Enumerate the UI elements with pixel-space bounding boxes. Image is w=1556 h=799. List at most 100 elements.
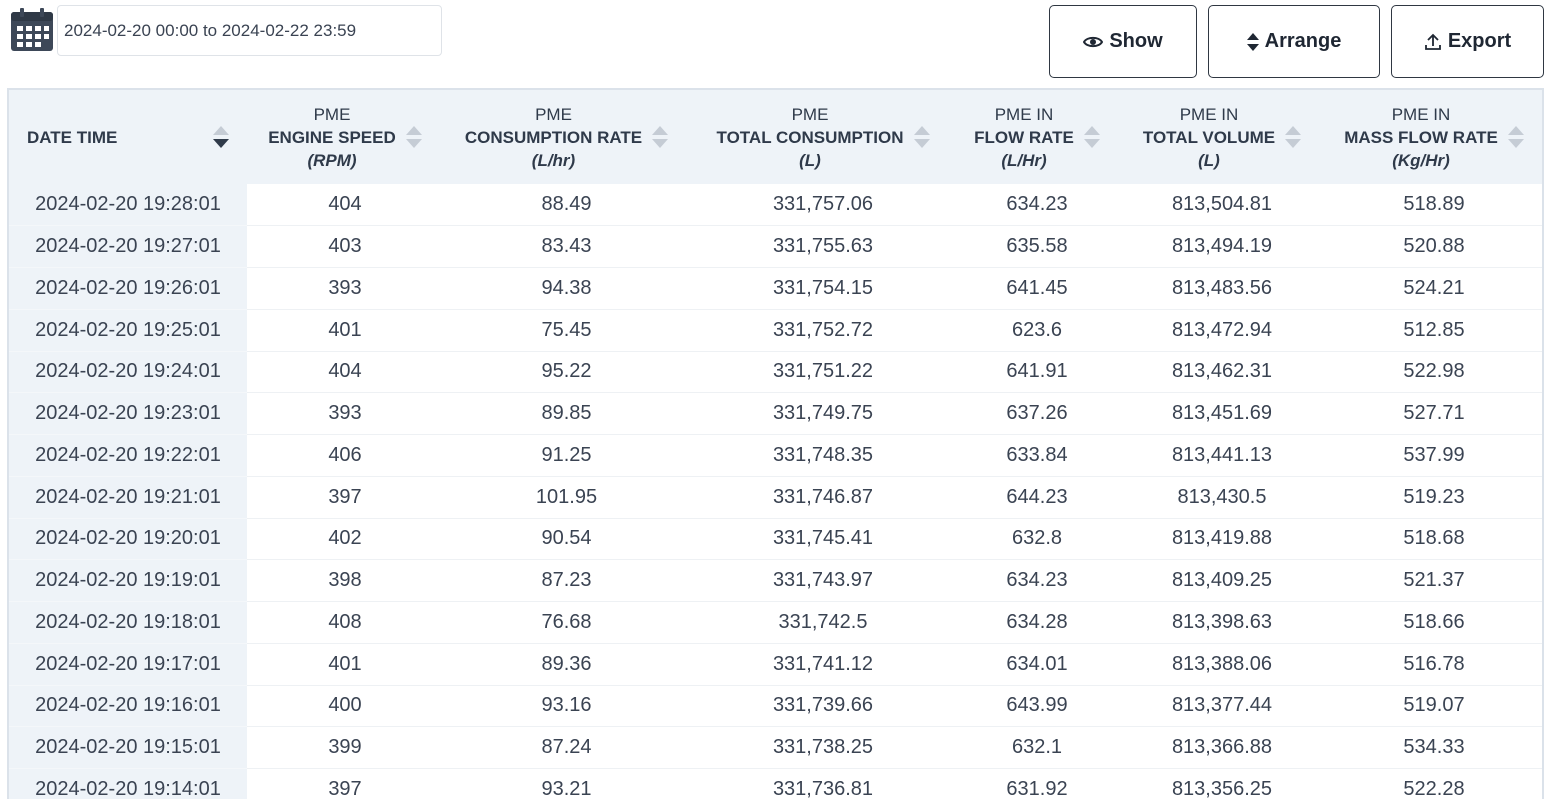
cell-total-volume: 813,462.31 [1118,351,1326,394]
cell-date-time: 2024-02-20 19:25:01 [9,309,247,352]
cell-date-time: 2024-02-20 19:20:01 [9,518,247,561]
cell-consumption-rate: 83.43 [443,225,690,268]
cell-mass-flow-rate: 520.88 [1326,225,1542,268]
column-header-prefix: PME IN [994,104,1054,124]
cell-date-time: 2024-02-20 19:18:01 [9,601,247,644]
cell-total-volume: 813,356.25 [1118,768,1326,799]
cell-date-time: 2024-02-20 19:16:01 [9,685,247,728]
table-row: 2024-02-20 19:14:01 397 93.21 331,736.81 631… [9,768,1542,799]
cell-flow-rate: 644.23 [956,476,1118,519]
cell-total-consumption: 331,736.81 [690,768,956,799]
cell-consumption-rate: 87.24 [443,726,690,769]
column-header-prefix: PME [791,104,829,124]
cell-consumption-rate: 89.85 [443,392,690,435]
table-row: 2024-02-20 19:16:01 400 93.16 331,739.66 643… [9,685,1542,728]
cell-consumption-rate: 93.16 [443,685,690,728]
cell-total-consumption: 331,745.41 [690,518,956,561]
column-header-prefix: PME [535,104,572,124]
cell-mass-flow-rate: 516.78 [1326,643,1542,686]
column-header-engine-speed[interactable]: PME ENGINE SPEED (RPM) [247,90,443,184]
cell-engine-speed: 393 [247,392,443,435]
cell-date-time: 2024-02-20 19:24:01 [9,351,247,394]
cell-flow-rate: 634.23 [956,184,1118,227]
cell-total-consumption: 331,741.12 [690,643,956,686]
table-row: 2024-02-20 19:27:01 403 83.43 331,755.63 635… [9,225,1542,268]
table-row: 2024-02-20 19:18:01 408 76.68 331,742.5 634.… [9,601,1542,644]
table-row: 2024-02-20 19:20:01 402 90.54 331,745.41 632… [9,518,1542,561]
table-row: 2024-02-20 19:26:01 393 94.38 331,754.15 641… [9,267,1542,310]
cell-total-consumption: 331,754.15 [690,267,956,310]
cell-consumption-rate: 90.54 [443,518,690,561]
date-range-input[interactable]: 2024-02-20 00:00 to 2024-02-22 23:59 [57,5,442,56]
export-button[interactable]: Export [1391,5,1544,78]
sort-icon[interactable] [1285,126,1302,148]
cell-consumption-rate: 93.21 [443,768,690,799]
cell-date-time: 2024-02-20 19:15:01 [9,726,247,769]
calendar-icon[interactable] [10,8,54,52]
column-header-label: TOTAL CONSUMPTION [716,127,904,147]
toolbar: 2024-02-20 00:00 to 2024-02-22 23:59 Sho… [0,0,1556,88]
cell-total-volume: 813,398.63 [1118,601,1326,644]
cell-date-time: 2024-02-20 19:17:01 [9,643,247,686]
cell-consumption-rate: 87.23 [443,559,690,602]
cell-flow-rate: 634.01 [956,643,1118,686]
cell-flow-rate: 641.45 [956,267,1118,310]
cell-date-time: 2024-02-20 19:26:01 [9,267,247,310]
arrange-button[interactable]: Arrange [1208,5,1380,78]
cell-mass-flow-rate: 534.33 [1326,726,1542,769]
cell-date-time: 2024-02-20 19:23:01 [9,392,247,435]
data-table-container: DATE TIME PME ENGINE SPEED (RPM) PME CONSUM… [7,88,1544,799]
column-header-label: ENGINE SPEED [268,127,396,147]
cell-date-time: 2024-02-20 19:28:01 [9,184,247,227]
cell-mass-flow-rate: 524.21 [1326,267,1542,310]
cell-total-consumption: 331,743.97 [690,559,956,602]
table-row: 2024-02-20 19:28:01 404 88.49 331,757.06 634… [9,184,1542,227]
cell-total-volume: 813,472.94 [1118,309,1326,352]
cell-total-volume: 813,388.06 [1118,643,1326,686]
column-header-prefix: PME [313,104,351,124]
upload-icon [1424,33,1442,51]
cell-total-consumption: 331,738.25 [690,726,956,769]
cell-flow-rate: 623.6 [956,309,1118,352]
cell-date-time: 2024-02-20 19:27:01 [9,225,247,268]
column-header-label: TOTAL VOLUME [1142,127,1276,147]
cell-engine-speed: 393 [247,267,443,310]
cell-total-volume: 813,366.88 [1118,726,1326,769]
cell-total-volume: 813,409.25 [1118,559,1326,602]
show-button-label: Show [1109,30,1163,52]
table-row: 2024-02-20 19:24:01 404 95.22 331,751.22 641… [9,351,1542,394]
cell-flow-rate: 637.26 [956,392,1118,435]
column-header-total-consumption[interactable]: PME TOTAL CONSUMPTION (L) [690,90,956,184]
cell-total-consumption: 331,746.87 [690,476,956,519]
cell-flow-rate: 635.58 [956,225,1118,268]
sort-icon[interactable] [1083,126,1100,148]
sort-icon[interactable] [1507,126,1524,148]
cell-engine-speed: 402 [247,518,443,561]
cell-engine-speed: 398 [247,559,443,602]
column-header-unit: (Kg/Hr) [1392,150,1450,170]
cell-flow-rate: 643.99 [956,685,1118,728]
cell-flow-rate: 634.28 [956,601,1118,644]
column-header-total-volume[interactable]: PME IN TOTAL VOLUME (L) [1118,90,1326,184]
cell-total-volume: 813,483.56 [1118,267,1326,310]
cell-flow-rate: 633.84 [956,434,1118,477]
cell-consumption-rate: 75.45 [443,309,690,352]
sort-icon[interactable] [405,126,422,148]
cell-mass-flow-rate: 522.28 [1326,768,1542,799]
cell-total-consumption: 331,739.66 [690,685,956,728]
cell-mass-flow-rate: 518.68 [1326,518,1542,561]
column-header-label: FLOW RATE [974,127,1074,147]
column-header-mass-flow-rate[interactable]: PME IN MASS FLOW RATE (Kg/Hr) [1326,90,1542,184]
cell-engine-speed: 404 [247,351,443,394]
show-button[interactable]: Show [1049,5,1197,78]
cell-engine-speed: 408 [247,601,443,644]
cell-consumption-rate: 101.95 [443,476,690,519]
sort-icon[interactable] [652,126,669,148]
sort-icon[interactable] [213,126,229,148]
column-header-consumption-rate[interactable]: PME CONSUMPTION RATE (L/hr) [443,90,690,184]
sort-icon[interactable] [913,126,930,148]
column-header-date-time[interactable]: DATE TIME [9,90,247,184]
cell-flow-rate: 632.1 [956,726,1118,769]
table-row: 2024-02-20 19:22:01 406 91.25 331,748.35 633… [9,434,1542,477]
column-header-flow-rate[interactable]: PME IN FLOW RATE (L/Hr) [956,90,1118,184]
